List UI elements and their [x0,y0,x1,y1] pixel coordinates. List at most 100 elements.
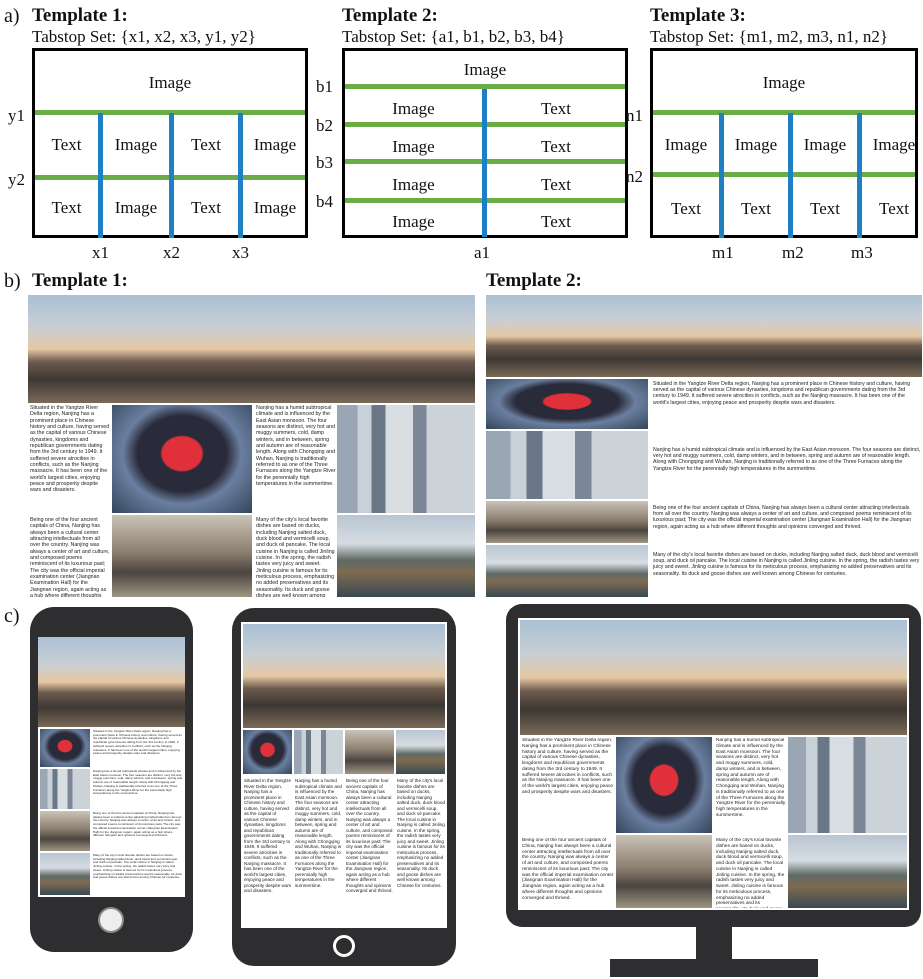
template-3-diagram: Image Image Image Image Image Text Text … [650,48,918,238]
tablet-towers-photo [294,730,343,774]
phone-paragraph-3: Being one of the four ancient capitals o… [93,812,182,838]
b2-paragraph-2: Nanjing has a humid subtropical climate … [653,447,921,472]
t2-top-image-label: Image [463,60,507,79]
b1-paragraph-2: Nanjing has a humid subtropical climate … [256,405,336,488]
t3-tabstop-n1 [653,110,915,115]
t3-tabstop-n2 [653,172,915,177]
t1-label-x1: x1 [92,243,109,262]
template-3-tabstops: Tabstop Set: {m1, m2, m3, n1, n2} [650,27,889,46]
t1-label-y1: y1 [8,106,25,125]
t2-label-b1: b1 [316,77,333,96]
phone-paragraph-2: Nanjing has a humid subtropical climate … [93,770,183,796]
b1-boats-photo [337,515,475,597]
monitor-towers-photo [788,737,907,833]
template-3-title: Template 3: [650,5,746,26]
b1-rooftops-photo [112,515,252,597]
t2-r4-right: Text [541,212,571,231]
t2-r3-left: Image [392,175,435,194]
t3-label-n1: n1 [626,106,643,125]
monitor-rooftops-photo [616,835,712,908]
tablet-rooftops-photo [345,730,394,774]
t3-top-image-label: Image [762,73,806,92]
phone-screen: Situated in the Yangtze River Delta regi… [38,637,185,897]
monitor-stand-base [610,959,818,977]
t1-label-y2: y2 [8,170,25,189]
tablet-screen: Situated in the Yangtze River Delta regi… [241,622,447,928]
tablet-boats-photo [396,730,445,774]
b1-paragraph-1: Situated in the Yangtze River Delta regi… [30,405,110,494]
phone-home-button[interactable] [98,907,124,933]
panel-label-c: c) [4,605,20,627]
t3-label-m2: m2 [782,243,804,262]
phone-sunset-photo [38,637,185,727]
t3-r1c2: Image [734,135,778,154]
t2-label-b3: b3 [316,153,333,172]
b2-boats-photo [486,545,648,597]
b1-paragraph-4: Many of the city's local favorite dishes… [256,517,335,597]
t1-r1c4: Image [253,135,297,154]
t3-tabstop-m2 [788,113,793,238]
t1-r2c2: Image [114,198,158,217]
phone-rooftops-photo [40,811,90,851]
b2-sunset-photo [486,295,922,377]
tablet-stadium-photo [243,730,292,774]
t3-label-m3: m3 [851,243,873,262]
t3-r2c3: Text [810,199,840,218]
t3-label-m1: m1 [712,243,734,262]
t1-tabstop-x2 [169,113,174,238]
monitor-stadium-photo [616,737,712,833]
monitor-device: Situated in the Yangtze River Delta regi… [506,604,921,927]
template-2-diagram: Image Image Text Image Text Image Text I… [342,48,628,238]
monitor-paragraph-1: Situated in the Yangtze River Delta regi… [522,738,614,795]
t3-r1c3: Image [803,135,847,154]
t3-r1c1: Image [664,135,708,154]
b2-stadium-photo [486,379,648,429]
t1-r1c3: Text [191,135,221,154]
tablet-home-button[interactable] [333,935,355,957]
b1-towers-photo [337,405,475,513]
panel-label-a: a) [4,5,20,27]
tablet-device: Situated in the Yangtze River Delta regi… [232,608,456,966]
template-2-tabstops: Tabstop Set: {a1, b1, b2, b3, b4} [342,27,565,46]
b2-paragraph-3: Being one of the four ancient capitals o… [653,505,912,530]
b1-stadium-photo [112,405,252,513]
tablet-paragraph-4: Many of the city's local favorite dishes… [397,778,445,888]
monitor-boats-photo [788,835,907,908]
t2-r3-right: Text [541,175,571,194]
b1-paragraph-3: Being one of the four ancient capitals o… [30,517,110,597]
t3-label-n2: n2 [626,167,643,186]
t2-r2-right: Text [541,137,571,156]
t3-r2c4: Text [879,199,909,218]
t1-top-image-label: Image [148,73,192,92]
template-1-title: Template 1: [32,5,128,26]
t1-label-x2: x2 [163,243,180,262]
panel-label-b: b) [4,270,21,292]
template-2-title: Template 2: [342,5,438,26]
template-1-diagram: Image Text Image Text Image Text Image T… [32,48,308,238]
t1-r2c1: Text [51,198,82,217]
t2-label-b4: b4 [316,192,333,211]
example-template-2-title: Template 2: [486,270,582,291]
t1-tabstop-x3 [238,113,243,238]
b1-sunset-photo [28,295,475,403]
b2-paragraph-4: Many of the city's local favorite dishes… [653,552,920,577]
t2-r2-left: Image [392,137,435,156]
t1-tabstop-x1 [98,113,103,238]
t2-r1-right: Text [541,99,571,118]
t1-r1c1: Text [51,135,82,154]
b2-rooftops-photo [486,501,648,543]
tablet-sunset-photo [243,624,445,728]
t3-r1c4: Image [872,135,916,154]
tablet-paragraph-2: Nanjing has a humid subtropical climate … [295,778,342,888]
t1-r2c3: Text [191,198,221,217]
t3-r2c2: Text [741,199,771,218]
phone-paragraph-1: Situated in the Yangtze River Delta regi… [93,730,182,756]
tablet-paragraph-3: Being one of the four ancient capitals o… [346,778,393,893]
tablet-paragraph-1: Situated in the Yangtze River Delta regi… [244,778,292,893]
example-template-1-title: Template 1: [32,270,128,291]
phone-boats-photo [40,853,90,895]
t2-label-b2: b2 [316,116,333,135]
t3-r2c1: Text [671,199,701,218]
monitor-screen: Situated in the Yangtze River Delta regi… [518,618,909,910]
monitor-neck [696,927,732,961]
